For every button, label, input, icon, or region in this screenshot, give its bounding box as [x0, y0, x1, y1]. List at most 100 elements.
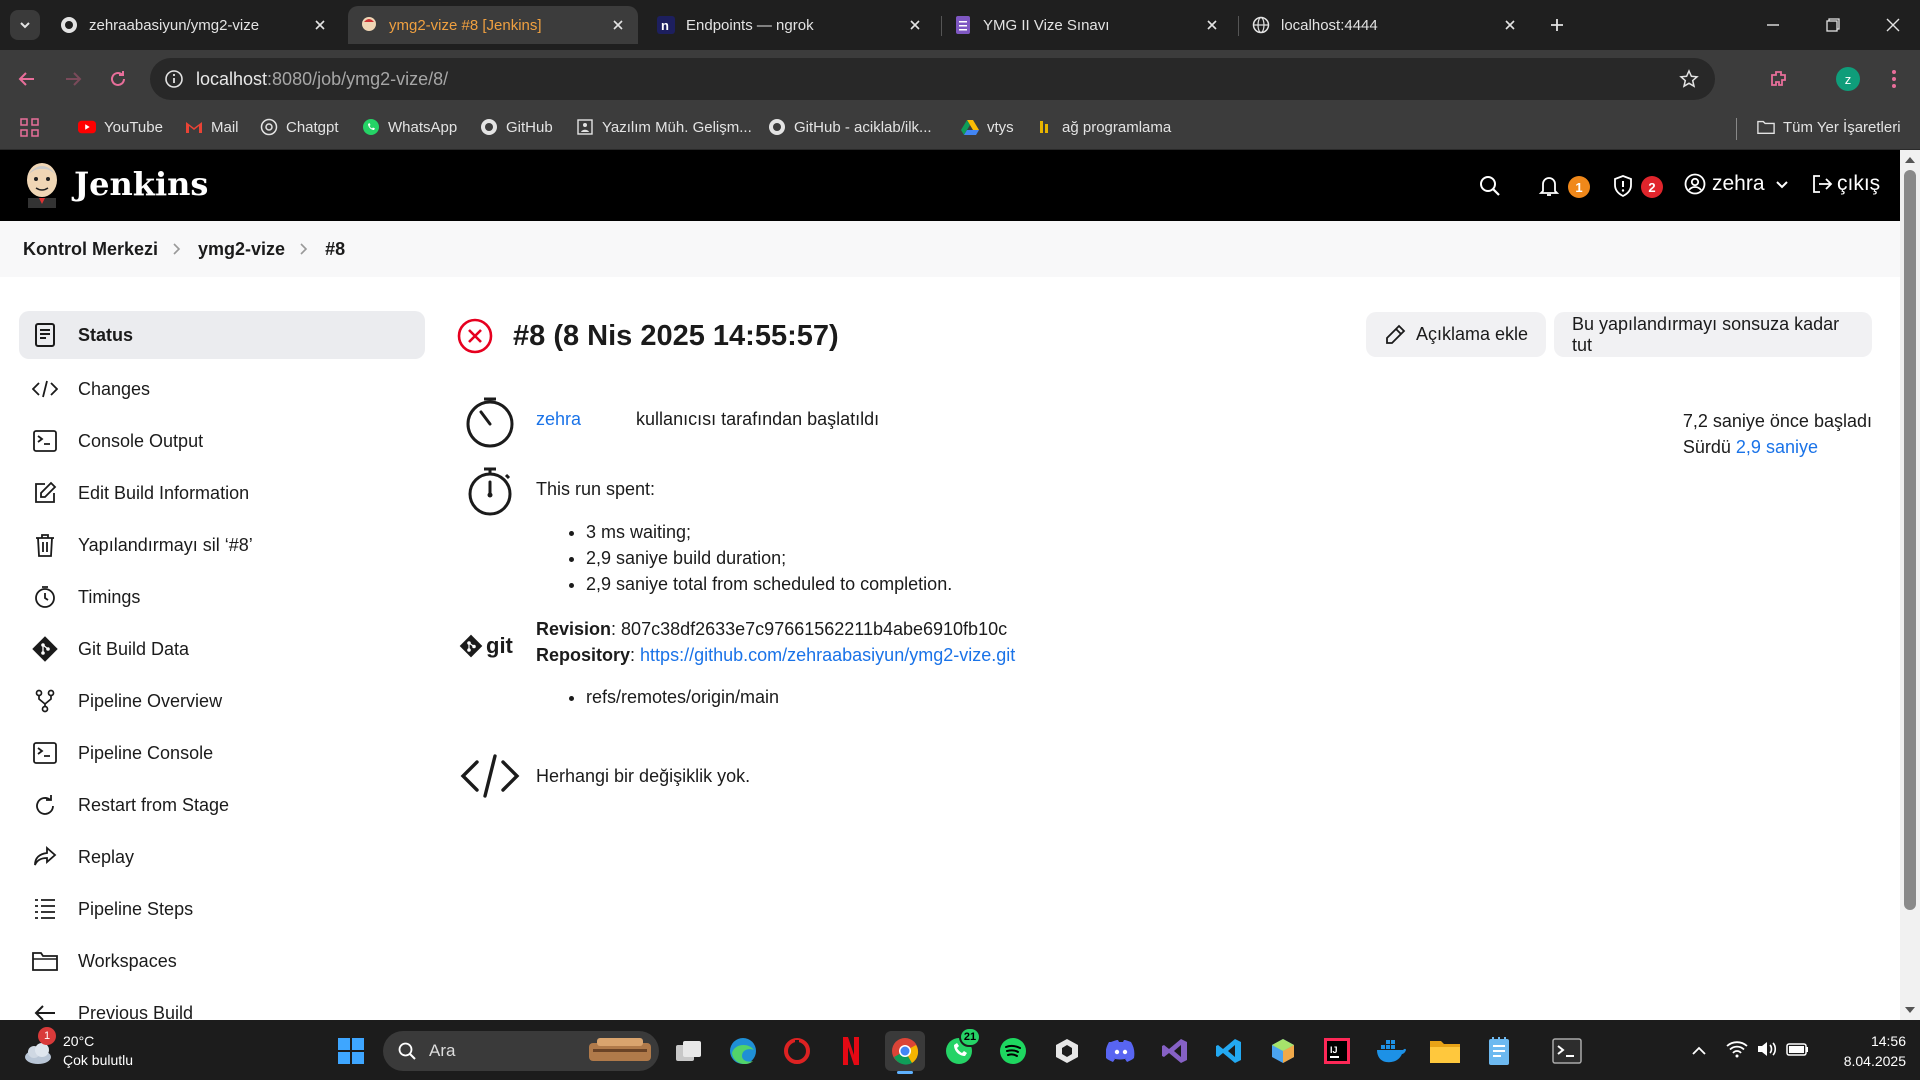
tab-search-button[interactable] — [10, 10, 40, 40]
sidebar-item-status[interactable]: Status — [19, 311, 425, 359]
user-menu[interactable]: zehra — [1684, 172, 1789, 196]
taskbar-netflix[interactable] — [831, 1031, 871, 1071]
sidebar-item-delete-build[interactable]: Yapılandırmayı sil ‘#8’ — [19, 519, 425, 571]
taskbar-docker[interactable] — [1371, 1031, 1411, 1071]
weather-widget[interactable]: 1 20°C Çok bulutlu — [22, 1027, 133, 1070]
sidebar-item-console-output[interactable]: Console Output — [19, 415, 425, 467]
notifications-button[interactable] — [1537, 174, 1561, 198]
taskbar-edge[interactable] — [723, 1031, 763, 1071]
taskbar-spotify[interactable] — [993, 1031, 1033, 1071]
search-button[interactable] — [1478, 174, 1502, 198]
replay-icon — [32, 844, 58, 870]
taskbar-visual-studio[interactable] — [1155, 1031, 1195, 1071]
task-view-button[interactable] — [669, 1031, 709, 1071]
took-value-link[interactable]: 2,9 saniye — [1736, 437, 1818, 457]
system-tray[interactable] — [1726, 1040, 1810, 1058]
bookmark-vtys[interactable]: vtys — [961, 118, 1014, 136]
bookmark-mail[interactable]: Mail — [185, 118, 239, 136]
tray-expand[interactable] — [1679, 1031, 1719, 1071]
sidebar-item-git-build-data[interactable]: Git Build Data — [19, 623, 425, 675]
bookmark-github-aciklab[interactable]: GitHub - aciklab/ilk... — [768, 118, 932, 136]
minimize-button[interactable] — [1758, 10, 1788, 40]
jenkins-home-link[interactable]: Jenkins — [22, 160, 208, 208]
svg-text:n: n — [661, 18, 669, 33]
sidebar-item-pipeline-overview[interactable]: Pipeline Overview — [19, 675, 425, 727]
extensions-button[interactable] — [1766, 66, 1792, 92]
omnibox[interactable]: localhost:8080/job/ymg2-vize/8/ — [150, 58, 1715, 100]
forward-button[interactable] — [60, 66, 86, 92]
sidebar-item-changes[interactable]: Changes — [19, 363, 425, 415]
browser-tab-active[interactable]: ymg2-vize #8 [Jenkins] — [348, 6, 638, 44]
close-icon[interactable] — [1204, 17, 1220, 33]
restore-button[interactable] — [1818, 10, 1848, 40]
browser-tab[interactable]: zehraabasiyun/ymg2-vize — [48, 6, 340, 44]
edge-icon — [730, 1038, 756, 1065]
close-icon[interactable] — [1502, 17, 1518, 33]
terminal-icon — [1552, 1038, 1582, 1064]
sidebar-item-workspaces[interactable]: Workspaces — [19, 935, 425, 987]
sidebar-item-replay[interactable]: Replay — [19, 831, 425, 883]
taskbar-whatsapp[interactable]: 21 — [939, 1027, 981, 1071]
breadcrumb-job[interactable]: ymg2-vize — [198, 239, 285, 260]
scrollbar-thumb[interactable] — [1904, 170, 1916, 910]
close-window-button[interactable] — [1878, 10, 1908, 40]
bookmark-youtube[interactable]: YouTube — [78, 118, 163, 136]
taskbar-discord[interactable] — [1101, 1031, 1141, 1071]
active-indicator — [897, 1071, 913, 1074]
taskbar-app-cube[interactable] — [1263, 1031, 1303, 1071]
list-item: 2,9 saniye total from scheduled to compl… — [586, 571, 952, 597]
page-scrollbar[interactable] — [1900, 150, 1920, 1020]
tab-title: ymg2-vize #8 [Jenkins] — [389, 16, 542, 34]
started-by-user-link[interactable]: zehra — [536, 409, 581, 429]
apps-button[interactable] — [20, 118, 40, 138]
terminal-icon — [32, 428, 58, 454]
steps-icon — [32, 896, 58, 922]
start-button[interactable] — [331, 1031, 371, 1071]
sidebar-item-restart-from-stage[interactable]: Restart from Stage — [19, 779, 425, 831]
reload-button[interactable] — [105, 66, 131, 92]
bookmark-yazilim[interactable]: Yazılım Müh. Gelişm... — [576, 118, 752, 136]
browser-menu-button[interactable] — [1881, 66, 1907, 92]
taskbar-unity[interactable] — [1047, 1031, 1087, 1071]
bookmark-chatgpt[interactable]: Chatgpt — [260, 118, 339, 136]
bookmark-whatsapp[interactable]: WhatsApp — [362, 118, 457, 136]
taskbar-chrome[interactable] — [885, 1031, 925, 1074]
browser-tab[interactable]: localhost:4444 — [1240, 6, 1530, 44]
browser-tab[interactable]: n Endpoints — ngrok — [645, 6, 935, 44]
run-spent-label: This run spent: — [536, 479, 656, 499]
taskbar-app-red[interactable] — [777, 1031, 817, 1071]
taskbar-terminal[interactable] — [1547, 1031, 1587, 1071]
security-button[interactable] — [1611, 174, 1635, 198]
all-bookmarks[interactable]: Tüm Yer İşaretleri — [1757, 118, 1901, 136]
sidebar-item-timings[interactable]: Timings — [19, 571, 425, 623]
keep-forever-button[interactable]: Bu yapılandırmayı sonsuza kadar tut — [1554, 312, 1872, 357]
star-icon[interactable] — [1679, 69, 1699, 89]
close-icon[interactable] — [312, 17, 328, 33]
profile-avatar[interactable]: z — [1836, 67, 1860, 91]
breadcrumb-dashboard[interactable]: Kontrol Merkezi — [23, 239, 158, 260]
sidebar-item-pipeline-steps[interactable]: Pipeline Steps — [19, 883, 425, 935]
repository-link[interactable]: https://github.com/zehraabasiyun/ymg2-vi… — [640, 645, 1015, 665]
breadcrumb-build[interactable]: #8 — [325, 239, 345, 260]
close-icon[interactable] — [907, 17, 923, 33]
taskbar-search[interactable]: Ara — [383, 1031, 659, 1071]
new-tab-button[interactable] — [1542, 10, 1572, 40]
close-icon[interactable] — [610, 17, 626, 33]
discord-icon — [1106, 1040, 1135, 1062]
bookmark-github[interactable]: GitHub — [480, 118, 553, 136]
taskbar-notepad[interactable] — [1479, 1031, 1519, 1071]
site-info-icon[interactable] — [164, 69, 184, 89]
bookmark-ag-programlama[interactable]: ağ programlama — [1036, 118, 1171, 136]
logout-button[interactable]: çıkış — [1811, 172, 1880, 196]
taskbar-vscode[interactable] — [1209, 1031, 1249, 1071]
add-description-button[interactable]: Açıklama ekle — [1366, 312, 1547, 357]
terminal-icon — [32, 740, 58, 766]
back-button[interactable] — [14, 66, 40, 92]
sidebar-item-pipeline-console[interactable]: Pipeline Console — [19, 727, 425, 779]
sidebar-item-edit-build-info[interactable]: Edit Build Information — [19, 467, 425, 519]
taskbar-intellij[interactable]: IJ — [1317, 1031, 1357, 1071]
clock[interactable]: 14:56 8.04.2025 — [1820, 1031, 1906, 1071]
taskbar-file-explorer[interactable] — [1425, 1031, 1465, 1071]
browser-tab[interactable]: YMG II Vize Sınavı — [942, 6, 1232, 44]
browser-tab-bar: zehraabasiyun/ymg2-vize ymg2-vize #8 [Je… — [0, 0, 1920, 50]
